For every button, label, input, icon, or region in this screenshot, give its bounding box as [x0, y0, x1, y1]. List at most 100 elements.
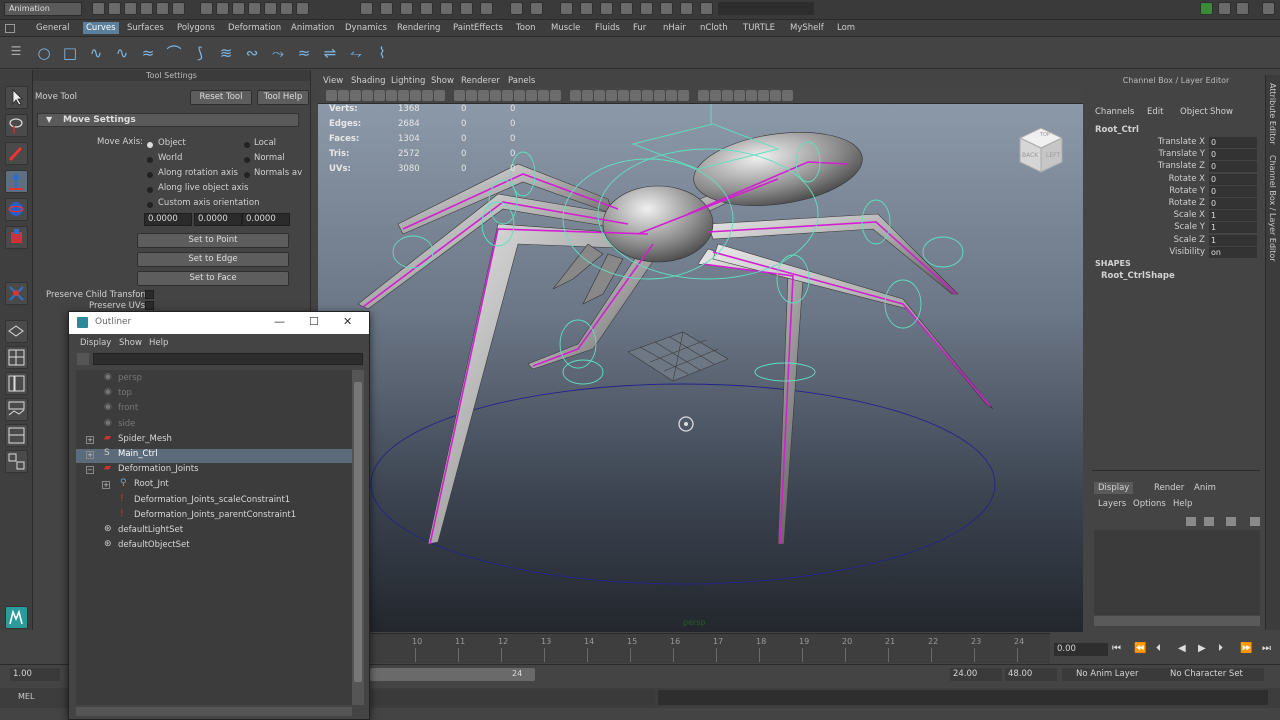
play-forward-icon[interactable]: ▶ — [1198, 643, 1206, 654]
custom-axis-x-field[interactable]: 0.0000 — [144, 213, 192, 226]
status-tool-icon[interactable] — [232, 2, 245, 15]
axis-radio-3[interactable] — [147, 187, 153, 193]
viewport-tool-icon[interactable] — [362, 90, 373, 101]
outliner-item-side[interactable]: ◉ side — [76, 418, 352, 432]
shelf-tab-myshelf[interactable]: MyShelf — [790, 23, 824, 33]
shelf-tab-general[interactable]: General — [36, 23, 70, 33]
viewport-menu-panels[interactable]: Panels — [508, 76, 535, 86]
outliner-item-Spider_Mesh[interactable]: + ▰ Spider_Mesh — [76, 433, 352, 447]
outliner-item-Deformation_Joints_scaleConstraint1[interactable]: ! Deformation_Joints_scaleConstraint1 — [76, 494, 352, 508]
expand-icon[interactable]: − — [86, 466, 94, 475]
layer-tool-icon[interactable] — [1226, 517, 1236, 526]
go-to-start-icon[interactable]: ⏮ — [1112, 643, 1121, 654]
status-tool-icon[interactable] — [140, 2, 153, 15]
layer-menu-layers[interactable]: Layers — [1098, 499, 1126, 509]
viewport-tool-icon[interactable] — [350, 90, 361, 101]
viewport-tool-icon[interactable] — [386, 90, 397, 101]
status-tool-icon[interactable] — [200, 2, 213, 15]
shelf-tab-lom[interactable]: Lom — [837, 23, 855, 33]
viewport-tool-icon[interactable] — [526, 90, 537, 101]
status-tool-icon[interactable] — [660, 2, 673, 15]
command-input[interactable] — [370, 690, 655, 705]
layer-tab-anim[interactable]: Anim — [1190, 482, 1220, 494]
status-tool-icon[interactable] — [640, 2, 653, 15]
shelf-tab-fur[interactable]: Fur — [633, 23, 646, 33]
shelf-tab-dynamics[interactable]: Dynamics — [345, 23, 387, 33]
reverse-curve-icon[interactable]: ⇌ — [320, 43, 340, 63]
maya-logo-button[interactable] — [5, 606, 28, 629]
outliner-item-Deformation_Joints[interactable]: − ▰ Deformation_Joints — [76, 463, 352, 477]
viewport-tool-icon[interactable] — [466, 90, 477, 101]
outliner-item-top[interactable]: ◉ top — [76, 387, 352, 401]
layout-four-button[interactable] — [5, 346, 28, 369]
command-language-label[interactable]: MEL — [18, 692, 34, 701]
status-tool-icon[interactable] — [380, 2, 393, 15]
set-to-edge-button[interactable]: Set to Edge — [137, 252, 289, 267]
layer-list[interactable] — [1094, 530, 1260, 615]
viewport-tool-icon[interactable] — [654, 90, 665, 101]
viewport-tool-icon[interactable] — [770, 90, 781, 101]
channel-menu-object[interactable]: Object — [1180, 107, 1208, 117]
channel-menu-channels[interactable]: Channels — [1095, 107, 1134, 117]
viewport-tool-icon[interactable] — [722, 90, 733, 101]
layout-toggle-icon[interactable] — [1262, 2, 1275, 15]
outliner-item-Root_Jnt[interactable]: + ⚲ Root_Jnt — [76, 478, 352, 492]
extend-curve-icon[interactable]: ⤳ — [268, 43, 288, 63]
side-tab-attribute-editor[interactable]: Attribute Editor — [1268, 83, 1277, 145]
viewport-menu-show[interactable]: Show — [431, 76, 454, 86]
viewport-tool-icon[interactable] — [374, 90, 385, 101]
viewport-tool-icon[interactable] — [326, 90, 337, 101]
channel-attr-value[interactable]: 0 — [1209, 137, 1257, 148]
layout-persp-outliner-button[interactable] — [5, 372, 28, 395]
shelf-tab-curves[interactable]: Curves — [83, 22, 119, 34]
axis-radio-right-1[interactable] — [244, 157, 250, 163]
status-tool-icon[interactable] — [510, 2, 523, 15]
viewport-tool-icon[interactable] — [758, 90, 769, 101]
status-tool-icon[interactable] — [440, 2, 453, 15]
viewport-menu-lighting[interactable]: Lighting — [391, 76, 425, 86]
status-tool-icon[interactable] — [172, 2, 185, 15]
viewport-tool-icon[interactable] — [550, 90, 561, 101]
channel-attr-value[interactable]: 0 — [1209, 173, 1257, 185]
reset-tool-button[interactable]: Reset Tool — [190, 90, 252, 105]
viewport-tool-icon[interactable] — [666, 90, 677, 101]
square-curve-icon[interactable]: □ — [60, 43, 80, 63]
viewport-tool-icon[interactable] — [582, 90, 593, 101]
shelf-tab-polygons[interactable]: Polygons — [177, 23, 215, 33]
axis-radio-2[interactable] — [147, 172, 153, 178]
status-tool-icon[interactable] — [296, 2, 309, 15]
preserve-child-checkbox[interactable] — [145, 290, 154, 299]
status-tool-icon[interactable] — [360, 2, 373, 15]
outliner-window[interactable]: Outliner — ☐ ✕ Display Show Help ◉ persp ◉ to… — [68, 311, 370, 720]
outliner-item-Deformation_Joints_parentConstraint1[interactable]: ! Deformation_Joints_parentConstraint1 — [76, 509, 352, 523]
move-tool-button[interactable] — [5, 170, 28, 193]
channel-attr-value[interactable]: 0 — [1209, 198, 1257, 209]
side-tab-channel-box[interactable]: Channel Box / Layer Editor — [1268, 155, 1277, 262]
arc-tool-icon[interactable]: ⌒ — [164, 43, 184, 63]
cv-curve-icon[interactable]: ∿ — [86, 43, 106, 63]
shelf-tab-animation[interactable]: Animation — [291, 23, 334, 33]
status-tool-icon[interactable] — [124, 2, 137, 15]
status-tool-icon[interactable] — [280, 2, 293, 15]
play-back-icon[interactable]: ◀ — [1178, 643, 1186, 654]
status-tool-icon[interactable] — [400, 2, 413, 15]
maximize-icon[interactable]: ☐ — [309, 315, 319, 328]
outliner-item-persp[interactable]: ◉ persp — [76, 372, 352, 386]
layout-toggle-icon[interactable] — [1236, 2, 1249, 15]
status-tool-icon[interactable] — [156, 2, 169, 15]
viewport-menu-view[interactable]: View — [323, 76, 343, 86]
shelf-tab-turtle[interactable]: TURTLE — [743, 23, 775, 33]
expand-icon[interactable]: + — [86, 435, 94, 444]
outliner-item-Main_Ctrl[interactable]: + S Main_Ctrl — [76, 448, 352, 462]
viewport-tool-icon[interactable] — [338, 90, 349, 101]
viewport-tool-icon[interactable] — [594, 90, 605, 101]
status-tool-icon[interactable] — [420, 2, 433, 15]
viewport-tool-icon[interactable] — [630, 90, 641, 101]
shelf-tab-surfaces[interactable]: Surfaces — [127, 23, 164, 33]
status-tool-icon[interactable] — [92, 2, 105, 15]
outliner-item-front[interactable]: ◉ front — [76, 402, 352, 416]
channel-menu-edit[interactable]: Edit — [1147, 107, 1163, 117]
outliner-menu-display[interactable]: Display — [80, 338, 111, 348]
range-end-field[interactable]: 24.00 — [950, 668, 1002, 681]
layout-single-button[interactable] — [5, 320, 28, 343]
